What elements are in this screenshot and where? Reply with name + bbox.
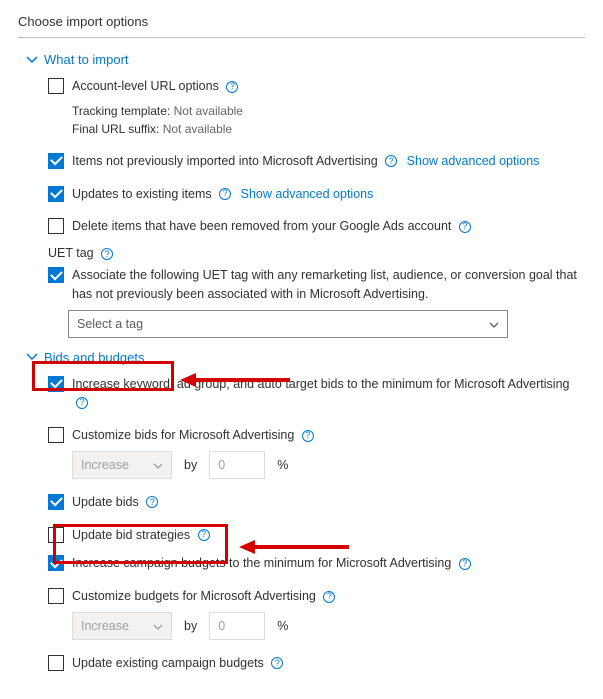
accordion-bids-budgets[interactable]: Bids and budgets xyxy=(26,350,585,365)
link-show-advanced-2[interactable]: Show advanced options xyxy=(241,187,374,201)
row-delete-items: Delete items that have been removed from… xyxy=(48,217,585,236)
select-budget-operation[interactable]: Increase xyxy=(72,612,172,640)
label-associate-uet: Associate the following UET tag with any… xyxy=(72,266,585,304)
row-update-budgets: Update existing campaign budgets ? xyxy=(48,654,585,673)
chevron-down-icon xyxy=(26,54,38,66)
accordion-label: Bids and budgets xyxy=(44,350,144,365)
checkbox-customize-bids[interactable] xyxy=(48,427,64,443)
checkbox-associate-uet[interactable] xyxy=(48,267,64,283)
row-update-bids: Update bids ? xyxy=(48,493,585,512)
uet-tag-label: UET tag ? xyxy=(48,246,585,260)
chevron-down-icon xyxy=(26,351,38,363)
row-update-bid-strategies: Update bid strategies ? xyxy=(48,526,585,545)
row-items-not-imported: Items not previously imported into Micro… xyxy=(48,152,585,171)
checkbox-update-bid-strategies[interactable] xyxy=(48,527,64,543)
row-customize-bids: Customize bids for Microsoft Advertising… xyxy=(48,426,585,445)
row-increase-budgets: Increase campaign budgets to the minimum… xyxy=(48,554,585,573)
help-icon[interactable]: ? xyxy=(459,221,471,233)
help-icon[interactable]: ? xyxy=(101,248,113,260)
unit-label: % xyxy=(277,619,288,633)
link-show-advanced-1[interactable]: Show advanced options xyxy=(407,154,540,168)
checkbox-customize-budgets[interactable] xyxy=(48,588,64,604)
help-icon[interactable]: ? xyxy=(302,430,314,442)
checkbox-account-url[interactable] xyxy=(48,78,64,94)
row-account-url: Account-level URL options ? xyxy=(48,77,585,96)
row-customize-budgets: Customize budgets for Microsoft Advertis… xyxy=(48,587,585,606)
input-budget-value[interactable]: 0 xyxy=(209,612,265,640)
select-bid-operation[interactable]: Increase xyxy=(72,451,172,479)
unit-label: % xyxy=(277,458,288,472)
page-title: Choose import options xyxy=(18,14,585,38)
customize-bids-controls: Increase by 0 % xyxy=(72,451,585,479)
help-icon[interactable]: ? xyxy=(219,188,231,200)
help-icon[interactable]: ? xyxy=(459,558,471,570)
label-items-not-imported: Items not previously imported into Micro… xyxy=(72,154,378,168)
help-icon[interactable]: ? xyxy=(226,81,238,93)
final-url-row: Final URL suffix: Not available xyxy=(72,120,585,138)
input-bid-value[interactable]: 0 xyxy=(209,451,265,479)
checkbox-update-budgets[interactable] xyxy=(48,655,64,671)
label-customize-budgets: Customize budgets for Microsoft Advertis… xyxy=(72,589,316,603)
by-label: by xyxy=(184,458,197,472)
row-updates-existing: Updates to existing items ? Show advance… xyxy=(48,185,585,204)
label-update-budgets: Update existing campaign budgets xyxy=(72,656,264,670)
accordion-what-to-import[interactable]: What to import xyxy=(26,52,585,67)
help-icon[interactable]: ? xyxy=(385,155,397,167)
by-label: by xyxy=(184,619,197,633)
row-increase-bids: Increase keyword, ad group, and auto tar… xyxy=(48,375,585,413)
label-increase-budgets: Increase campaign budgets to the minimum… xyxy=(72,556,451,570)
checkbox-increase-budgets[interactable] xyxy=(48,555,64,571)
tracking-template-row: Tracking template: Not available xyxy=(72,102,585,120)
checkbox-increase-bids[interactable] xyxy=(48,376,64,392)
import-options-panel: Choose import options What to import Acc… xyxy=(18,14,585,673)
label-customize-bids: Customize bids for Microsoft Advertising xyxy=(72,428,294,442)
accordion-label: What to import xyxy=(44,52,129,67)
chevron-down-icon xyxy=(489,319,499,329)
help-icon[interactable]: ? xyxy=(146,496,158,508)
help-icon[interactable]: ? xyxy=(271,657,283,669)
label-increase-bids: Increase keyword, ad group, and auto tar… xyxy=(72,377,569,391)
checkbox-update-bids[interactable] xyxy=(48,494,64,510)
chevron-down-icon xyxy=(153,621,163,631)
checkbox-delete-items[interactable] xyxy=(48,218,64,234)
customize-budgets-controls: Increase by 0 % xyxy=(72,612,585,640)
label-delete-items: Delete items that have been removed from… xyxy=(72,219,451,233)
checkbox-items-not-imported[interactable] xyxy=(48,153,64,169)
select-placeholder: Select a tag xyxy=(77,317,143,331)
label-updates-existing: Updates to existing items xyxy=(72,187,212,201)
label-update-bid-strategies: Update bid strategies xyxy=(72,528,190,542)
label-account-url: Account-level URL options xyxy=(72,79,219,93)
select-uet-tag[interactable]: Select a tag xyxy=(68,310,508,338)
label-update-bids: Update bids xyxy=(72,495,139,509)
checkbox-updates-existing[interactable] xyxy=(48,186,64,202)
help-icon[interactable]: ? xyxy=(198,529,210,541)
row-associate-uet: Associate the following UET tag with any… xyxy=(48,266,585,304)
chevron-down-icon xyxy=(153,460,163,470)
help-icon[interactable]: ? xyxy=(76,397,88,409)
help-icon[interactable]: ? xyxy=(323,591,335,603)
